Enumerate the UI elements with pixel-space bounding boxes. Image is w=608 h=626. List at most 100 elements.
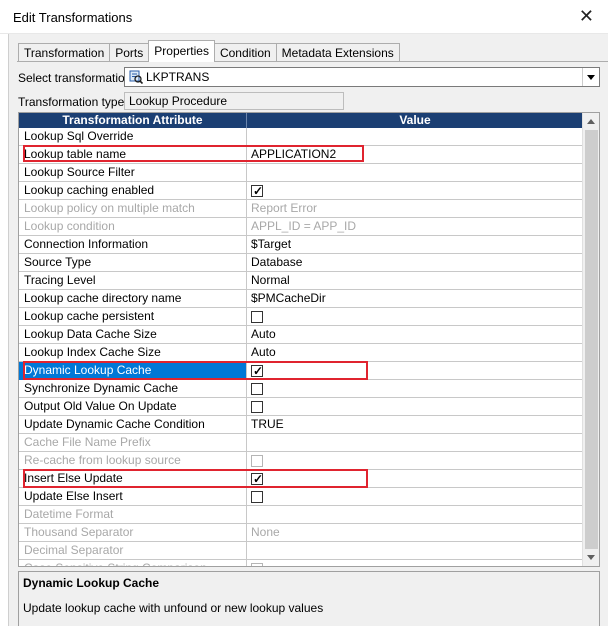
attribute-cell[interactable]: Lookup Data Cache Size bbox=[19, 326, 247, 344]
table-row[interactable]: Lookup cache directory name $PMCacheDir bbox=[19, 290, 583, 308]
table-row[interactable]: Update Else Insert bbox=[19, 488, 583, 506]
value-cell[interactable]: None bbox=[247, 524, 583, 542]
table-row[interactable]: Datetime Format bbox=[19, 506, 583, 524]
attribute-cell[interactable]: Lookup Source Filter bbox=[19, 164, 247, 182]
close-icon[interactable]: ✕ bbox=[579, 6, 594, 27]
attribute-cell[interactable]: Lookup cache persistent bbox=[19, 308, 247, 326]
value-cell[interactable] bbox=[247, 560, 583, 566]
table-row[interactable]: Dynamic Lookup Cache bbox=[19, 362, 583, 380]
attribute-cell[interactable]: Tracing Level bbox=[19, 272, 247, 290]
table-row[interactable]: Re-cache from lookup source bbox=[19, 452, 583, 470]
table-row[interactable]: Synchronize Dynamic Cache bbox=[19, 380, 583, 398]
table-row[interactable]: Lookup Source Filter bbox=[19, 164, 583, 182]
table-row[interactable]: Lookup policy on multiple match Report Er… bbox=[19, 200, 583, 218]
checkbox[interactable] bbox=[251, 563, 263, 566]
attribute-cell[interactable]: Dynamic Lookup Cache bbox=[19, 362, 247, 380]
attribute-column-header[interactable]: Transformation Attribute bbox=[19, 113, 247, 128]
value-cell[interactable] bbox=[247, 398, 583, 416]
chevron-down-icon[interactable] bbox=[582, 68, 599, 86]
table-row[interactable]: Lookup table name APPLICATION2 bbox=[19, 146, 583, 164]
value-cell[interactable] bbox=[247, 128, 583, 146]
attribute-cell[interactable]: Connection Information bbox=[19, 236, 247, 254]
value-cell[interactable] bbox=[247, 542, 583, 560]
value-cell[interactable] bbox=[247, 182, 583, 200]
attribute-cell[interactable]: Synchronize Dynamic Cache bbox=[19, 380, 247, 398]
tab-condition[interactable]: Condition bbox=[213, 43, 277, 62]
table-row[interactable]: Connection Information $Target bbox=[19, 236, 583, 254]
attribute-cell[interactable]: Thousand Separator bbox=[19, 524, 247, 542]
attribute-cell[interactable]: Re-cache from lookup source bbox=[19, 452, 247, 470]
value-cell[interactable] bbox=[247, 362, 583, 380]
attribute-cell[interactable]: Case Sensitive String Comparison bbox=[19, 560, 247, 566]
checkbox[interactable] bbox=[251, 455, 263, 467]
attribute-cell[interactable]: Output Old Value On Update bbox=[19, 398, 247, 416]
value-cell[interactable]: Database bbox=[247, 254, 583, 272]
value-cell[interactable]: Auto bbox=[247, 326, 583, 344]
value-cell[interactable] bbox=[247, 488, 583, 506]
attribute-cell[interactable]: Datetime Format bbox=[19, 506, 247, 524]
checkbox[interactable] bbox=[251, 311, 263, 323]
table-row[interactable]: Output Old Value On Update bbox=[19, 398, 583, 416]
attribute-cell[interactable]: Source Type bbox=[19, 254, 247, 272]
attribute-cell[interactable]: Lookup cache directory name bbox=[19, 290, 247, 308]
attribute-cell[interactable]: Lookup Sql Override bbox=[19, 128, 247, 146]
attribute-cell[interactable]: Lookup caching enabled bbox=[19, 182, 247, 200]
table-row[interactable]: Update Dynamic Cache Condition TRUE bbox=[19, 416, 583, 434]
table-row[interactable]: Case Sensitive String Comparison bbox=[19, 560, 583, 566]
value-cell[interactable]: Auto bbox=[247, 344, 583, 362]
value-cell[interactable] bbox=[247, 470, 583, 488]
select-transformation-dropdown[interactable]: LKPTRANS bbox=[124, 67, 600, 87]
scroll-thumb[interactable] bbox=[585, 130, 598, 549]
checkbox[interactable] bbox=[251, 363, 263, 380]
table-row[interactable]: Lookup Data Cache Size Auto bbox=[19, 326, 583, 344]
table-row[interactable]: Cache File Name Prefix bbox=[19, 434, 583, 452]
tab-properties[interactable]: Properties bbox=[148, 40, 215, 62]
vertical-scrollbar[interactable] bbox=[582, 113, 599, 566]
checkbox[interactable] bbox=[251, 471, 263, 488]
attribute-cell[interactable]: Lookup policy on multiple match bbox=[19, 200, 247, 218]
scroll-down-icon[interactable] bbox=[583, 549, 599, 566]
table-row[interactable]: Tracing Level Normal bbox=[19, 272, 583, 290]
tab-ports[interactable]: Ports bbox=[109, 43, 150, 62]
table-row[interactable]: Thousand Separator None bbox=[19, 524, 583, 542]
tab-transformation[interactable]: Transformation bbox=[18, 43, 111, 62]
value-cell[interactable]: Normal bbox=[247, 272, 583, 290]
value-cell[interactable] bbox=[247, 308, 583, 326]
table-row[interactable]: Insert Else Update bbox=[19, 470, 583, 488]
checkbox[interactable] bbox=[251, 183, 263, 200]
attribute-cell[interactable]: Lookup condition bbox=[19, 218, 247, 236]
checkbox[interactable] bbox=[251, 401, 263, 413]
attribute-cell[interactable]: Cache File Name Prefix bbox=[19, 434, 247, 452]
attribute-cell[interactable]: Lookup Index Cache Size bbox=[19, 344, 247, 362]
table-row[interactable]: Lookup cache persistent bbox=[19, 308, 583, 326]
attribute-cell[interactable]: Decimal Separator bbox=[19, 542, 247, 560]
checkbox[interactable] bbox=[251, 383, 263, 395]
value-cell[interactable] bbox=[247, 452, 583, 470]
value-cell[interactable]: Report Error bbox=[247, 200, 583, 218]
attribute-cell[interactable]: Insert Else Update bbox=[19, 470, 247, 488]
value-cell[interactable]: APPLICATION2 bbox=[247, 146, 583, 164]
tab-strip: Transformation Ports Properties Condition Me… bbox=[18, 40, 400, 62]
attribute-cell[interactable]: Lookup table name bbox=[19, 146, 247, 164]
attribute-cell[interactable]: Update Else Insert bbox=[19, 488, 247, 506]
value-column-header[interactable]: Value bbox=[247, 113, 583, 128]
value-cell[interactable]: $PMCacheDir bbox=[247, 290, 583, 308]
value-cell[interactable]: $Target bbox=[247, 236, 583, 254]
table-row[interactable]: Lookup caching enabled bbox=[19, 182, 583, 200]
table-row[interactable]: Decimal Separator bbox=[19, 542, 583, 560]
checkbox[interactable] bbox=[251, 491, 263, 503]
tab-metadata-extensions[interactable]: Metadata Extensions bbox=[275, 43, 400, 62]
value-cell[interactable]: TRUE bbox=[247, 416, 583, 434]
value-cell[interactable] bbox=[247, 380, 583, 398]
value-cell[interactable]: APPL_ID = APP_ID bbox=[247, 218, 583, 236]
table-row[interactable]: Source Type Database bbox=[19, 254, 583, 272]
attribute-cell[interactable]: Update Dynamic Cache Condition bbox=[19, 416, 247, 434]
scroll-up-icon[interactable] bbox=[583, 113, 599, 130]
value-cell[interactable] bbox=[247, 164, 583, 182]
table-row[interactable]: Lookup Index Cache Size Auto bbox=[19, 344, 583, 362]
value-cell[interactable] bbox=[247, 506, 583, 524]
table-row[interactable]: Lookup Sql Override bbox=[19, 128, 583, 146]
table-row[interactable]: Lookup condition APPL_ID = APP_ID bbox=[19, 218, 583, 236]
transformation-type-field: Lookup Procedure bbox=[124, 92, 344, 110]
value-cell[interactable] bbox=[247, 434, 583, 452]
